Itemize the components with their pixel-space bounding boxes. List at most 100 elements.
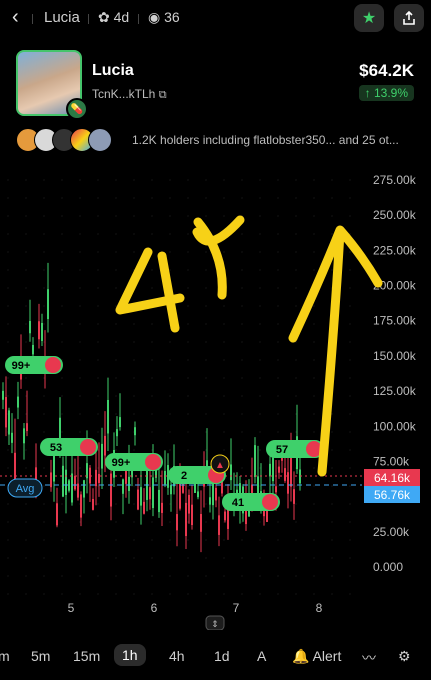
grid-dot (223, 251, 225, 253)
grid-dot (169, 539, 171, 541)
grid-dot (259, 233, 261, 235)
candle-body (209, 497, 211, 505)
grid-dot (169, 557, 171, 559)
grid-dot (169, 395, 171, 397)
holders-row[interactable]: 1.2K holders including flatlobster350...… (16, 128, 416, 152)
grid-dot (133, 197, 135, 199)
grid-dot (43, 251, 45, 253)
grid-dot (25, 503, 27, 505)
age-value: 4d (113, 9, 130, 25)
grid-dot (133, 521, 135, 523)
grid-dot (97, 269, 99, 271)
grid-dot (25, 323, 27, 325)
grid-dot (259, 287, 261, 289)
alert-button[interactable]: 🔔 Alert (292, 648, 341, 665)
trade-bubble[interactable]: 57 (266, 440, 324, 458)
candle-body (128, 476, 130, 492)
grid-dot (7, 215, 9, 217)
token-title: Lucia (44, 9, 80, 26)
x-tick-label: 8 (316, 601, 323, 615)
grid-dot (259, 467, 261, 469)
candle-body (152, 477, 154, 509)
grid-dot (277, 359, 279, 361)
grid-dot (43, 287, 45, 289)
share-button[interactable] (394, 4, 424, 32)
grid-dot (187, 485, 189, 487)
grid-dot (205, 449, 207, 451)
x-tick-label: 5 (68, 601, 75, 615)
grid-dot (187, 269, 189, 271)
tf-all[interactable]: A (257, 648, 266, 664)
grid-dot (205, 305, 207, 307)
grid-dot (151, 557, 153, 559)
grid-dot (61, 431, 63, 433)
grid-dot (349, 413, 351, 415)
scroll-handle[interactable]: ⇕ (205, 615, 225, 630)
tf-15m[interactable]: 15m (73, 648, 100, 664)
price-chart[interactable]: 275.00k250.00k225.00k200.00k175.00k150.0… (0, 160, 431, 630)
grid-dot (241, 467, 243, 469)
grid-dot (25, 215, 27, 217)
grid-dot (349, 359, 351, 361)
trade-bubble[interactable]: 99+ (105, 453, 163, 471)
grid-dot (25, 197, 27, 199)
tf-1d[interactable]: 1d (214, 648, 230, 664)
grid-dot (151, 215, 153, 217)
tf-1h[interactable]: 1h (114, 644, 146, 666)
back-icon[interactable]: ‹ (12, 6, 19, 29)
grid-dot (133, 485, 135, 487)
grid-dot (349, 215, 351, 217)
grid-dot (295, 215, 297, 217)
grid-dot (349, 575, 351, 577)
grid-dot (7, 395, 9, 397)
tf-m[interactable]: m (0, 648, 10, 664)
grid-dot (61, 413, 63, 415)
grid-dot (115, 593, 117, 595)
tf-5m[interactable]: 5m (31, 648, 50, 664)
indicator-button[interactable]: 〰 (362, 648, 376, 668)
grid-dot (133, 557, 135, 559)
grid-dot (25, 287, 27, 289)
grid-dot (169, 377, 171, 379)
settings-button[interactable]: ⚙ (398, 648, 411, 665)
grid-dot (43, 395, 45, 397)
grid-dot (97, 557, 99, 559)
candle-body (17, 396, 19, 408)
trade-bubble[interactable]: 41 (222, 493, 280, 511)
grid-dot (115, 413, 117, 415)
grid-dot (43, 503, 45, 505)
favorite-button[interactable]: ★ (354, 4, 384, 32)
trade-bubble[interactable]: 99+ (5, 356, 63, 374)
grid-dot (7, 539, 9, 541)
grid-dot (259, 377, 261, 379)
grid-dot (7, 341, 9, 343)
candle-body (254, 445, 256, 477)
grid-dot (43, 467, 45, 469)
grid-dot (169, 593, 171, 595)
grid-dot (115, 305, 117, 307)
grid-dot (259, 539, 261, 541)
copy-icon[interactable]: ⧉ (159, 89, 167, 101)
grid-dot (241, 305, 243, 307)
grid-dot (115, 251, 117, 253)
grid-dot (133, 539, 135, 541)
address-text: TcnK...kTLh (92, 87, 156, 101)
grid-dot (349, 449, 351, 451)
token-address[interactable]: TcnK...kTLh ⧉ (92, 87, 167, 102)
grid-dot (259, 305, 261, 307)
grid-dot (7, 593, 9, 595)
trade-bubble-count: 53 (50, 442, 62, 454)
tf-4h[interactable]: 4h (169, 648, 185, 664)
grid-dot (331, 539, 333, 541)
grid-dot (223, 521, 225, 523)
grid-dot (25, 449, 27, 451)
grid-dot (277, 377, 279, 379)
trade-bubble[interactable]: 53 (40, 438, 98, 456)
grid-dot (61, 575, 63, 577)
grid-dot (79, 431, 81, 433)
candle-body (290, 456, 292, 487)
grid-dot (133, 179, 135, 181)
top-bar: ‹ Lucia ✿ 4d ◉ 36 ★ (0, 0, 431, 36)
grid-dot (7, 467, 9, 469)
grid-dot (223, 359, 225, 361)
